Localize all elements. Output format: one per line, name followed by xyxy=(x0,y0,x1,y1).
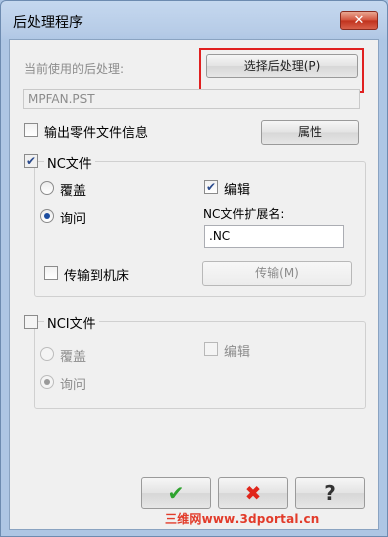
nc-overwrite-label: 覆盖 xyxy=(60,184,87,199)
transfer-button[interactable]: 传输(M) xyxy=(202,261,352,286)
nc-overwrite-radio[interactable] xyxy=(40,181,54,195)
output-info-checkbox[interactable] xyxy=(24,123,38,137)
highlight-box xyxy=(199,48,364,93)
nci-edit-label: 编辑 xyxy=(224,345,251,360)
cancel-button[interactable]: ✖ xyxy=(218,477,288,509)
nci-overwrite-radio[interactable] xyxy=(40,347,54,361)
ok-button[interactable]: ✔ xyxy=(141,477,211,509)
question-icon: ? xyxy=(324,481,336,505)
nc-edit-label: 编辑 xyxy=(224,183,251,198)
transfer-label: 传输到机床 xyxy=(64,269,130,284)
nci-ask-radio[interactable] xyxy=(40,375,54,389)
current-post-label: 当前使用的后处理: xyxy=(24,62,125,76)
nci-file-label: NCI文件 xyxy=(44,313,99,332)
nc-edit-checkbox[interactable]: ✔ xyxy=(204,180,218,194)
output-info-label: 输出零件文件信息 xyxy=(44,126,149,141)
nc-file-checkbox[interactable]: ✔ xyxy=(24,154,38,168)
post-file-field: MPFAN.PST xyxy=(23,89,360,109)
check-icon: ✔ xyxy=(167,481,185,505)
nc-file-label: NC文件 xyxy=(44,153,95,172)
window-title: 后处理程序 xyxy=(13,15,83,31)
x-icon: ✖ xyxy=(244,481,262,505)
checkmark-icon: ✔ xyxy=(25,154,37,168)
checkmark-icon: ✔ xyxy=(205,180,217,194)
nc-ext-input[interactable]: .NC xyxy=(204,225,344,248)
dialog-window: 后处理程序 ✕ 当前使用的后处理: 选择后处理(P) MPFAN.PST 输出零… xyxy=(0,0,388,537)
properties-button[interactable]: 属性 xyxy=(261,120,359,145)
transfer-checkbox[interactable] xyxy=(44,266,58,280)
close-button[interactable]: ✕ xyxy=(340,11,378,30)
nci-ask-label: 询问 xyxy=(60,378,87,393)
close-icon: ✕ xyxy=(353,13,365,28)
help-button[interactable]: ? xyxy=(295,477,365,509)
nci-overwrite-label: 覆盖 xyxy=(60,350,87,365)
nci-file-checkbox[interactable] xyxy=(24,315,38,329)
nc-ext-label: NC文件扩展名: xyxy=(203,207,285,221)
dialog-body: 当前使用的后处理: 选择后处理(P) MPFAN.PST 输出零件文件信息 属性… xyxy=(9,39,379,530)
nc-ask-label: 询问 xyxy=(60,212,87,227)
nc-ask-radio[interactable] xyxy=(40,209,54,223)
radio-dot-icon xyxy=(44,379,50,385)
watermark-logo: 三维网www.3dportal.cn xyxy=(165,512,320,526)
nci-edit-checkbox[interactable] xyxy=(204,342,218,356)
nci-group xyxy=(34,321,366,409)
radio-dot-icon xyxy=(44,213,50,219)
